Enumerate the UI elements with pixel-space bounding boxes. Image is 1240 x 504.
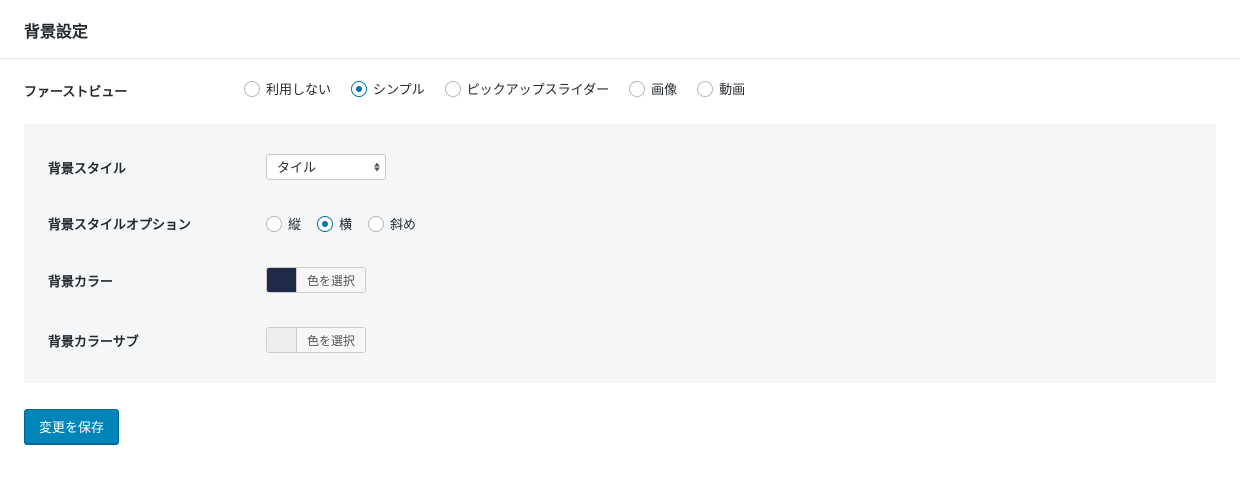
bg-color-controls: 色を選択 [266,267,1192,293]
bg-style-option-diagonal[interactable]: 斜め [368,214,416,233]
radio-icon [629,81,645,97]
section-heading: 背景設定 [24,18,1216,42]
bg-color-picker[interactable]: 色を選択 [266,267,366,293]
bg-style-row: 背景スタイル タイル [48,154,1192,180]
radio-label: 画像 [651,79,677,98]
first-view-option-video[interactable]: 動画 [697,79,745,98]
radio-icon [351,81,367,97]
radio-icon [697,81,713,97]
radio-label: 横 [339,214,352,233]
radio-icon [317,216,333,232]
color-swatch-icon [267,268,297,292]
bg-style-controls: タイル [266,154,1192,180]
radio-icon [266,216,282,232]
radio-icon [244,81,260,97]
bg-style-select[interactable]: タイル [266,154,386,180]
first-view-option-image[interactable]: 画像 [629,79,677,98]
bg-style-option-row: 背景スタイルオプション 縦 横 斜め [48,214,1192,233]
first-view-row: ファーストビュー 利用しない シンプル ピックアップスライダー 画像 動画 [24,79,1216,100]
radio-label: 縦 [288,214,301,233]
bg-color-sub-row: 背景カラーサブ 色を選択 [48,327,1192,353]
color-picker-label: 色を選択 [297,268,365,292]
bg-style-option-label: 背景スタイルオプション [48,214,266,233]
first-view-panel: 背景スタイル タイル 背景スタイルオプション 縦 [24,124,1216,383]
section-heading-row: 背景設定 [0,0,1240,59]
save-row: 変更を保存 [24,409,1216,444]
radio-icon [368,216,384,232]
bg-style-option-vertical[interactable]: 縦 [266,214,301,233]
bg-color-sub-label: 背景カラーサブ [48,331,266,350]
first-view-option-simple[interactable]: シンプル [351,79,425,98]
bg-style-option-horizontal[interactable]: 横 [317,214,352,233]
bg-style-label: 背景スタイル [48,158,266,177]
bg-style-select-wrap: タイル [266,154,386,180]
bg-color-sub-picker[interactable]: 色を選択 [266,327,366,353]
radio-label: 斜め [390,214,416,233]
first-view-option-pickup[interactable]: ピックアップスライダー [445,79,609,98]
bg-style-option-controls: 縦 横 斜め [266,214,1192,233]
radio-label: 利用しない [266,79,331,98]
first-view-label: ファーストビュー [24,79,244,100]
save-button[interactable]: 変更を保存 [24,409,119,444]
radio-label: 動画 [719,79,745,98]
color-picker-label: 色を選択 [297,328,365,352]
content-area: ファーストビュー 利用しない シンプル ピックアップスライダー 画像 動画 [0,59,1240,468]
radio-icon [445,81,461,97]
color-swatch-icon [267,328,297,352]
bg-color-sub-controls: 色を選択 [266,327,1192,353]
radio-label: ピックアップスライダー [467,79,609,98]
first-view-options: 利用しない シンプル ピックアップスライダー 画像 動画 [244,79,1216,98]
bg-color-label: 背景カラー [48,271,266,290]
first-view-option-none[interactable]: 利用しない [244,79,331,98]
radio-label: シンプル [373,79,425,98]
bg-color-row: 背景カラー 色を選択 [48,267,1192,293]
